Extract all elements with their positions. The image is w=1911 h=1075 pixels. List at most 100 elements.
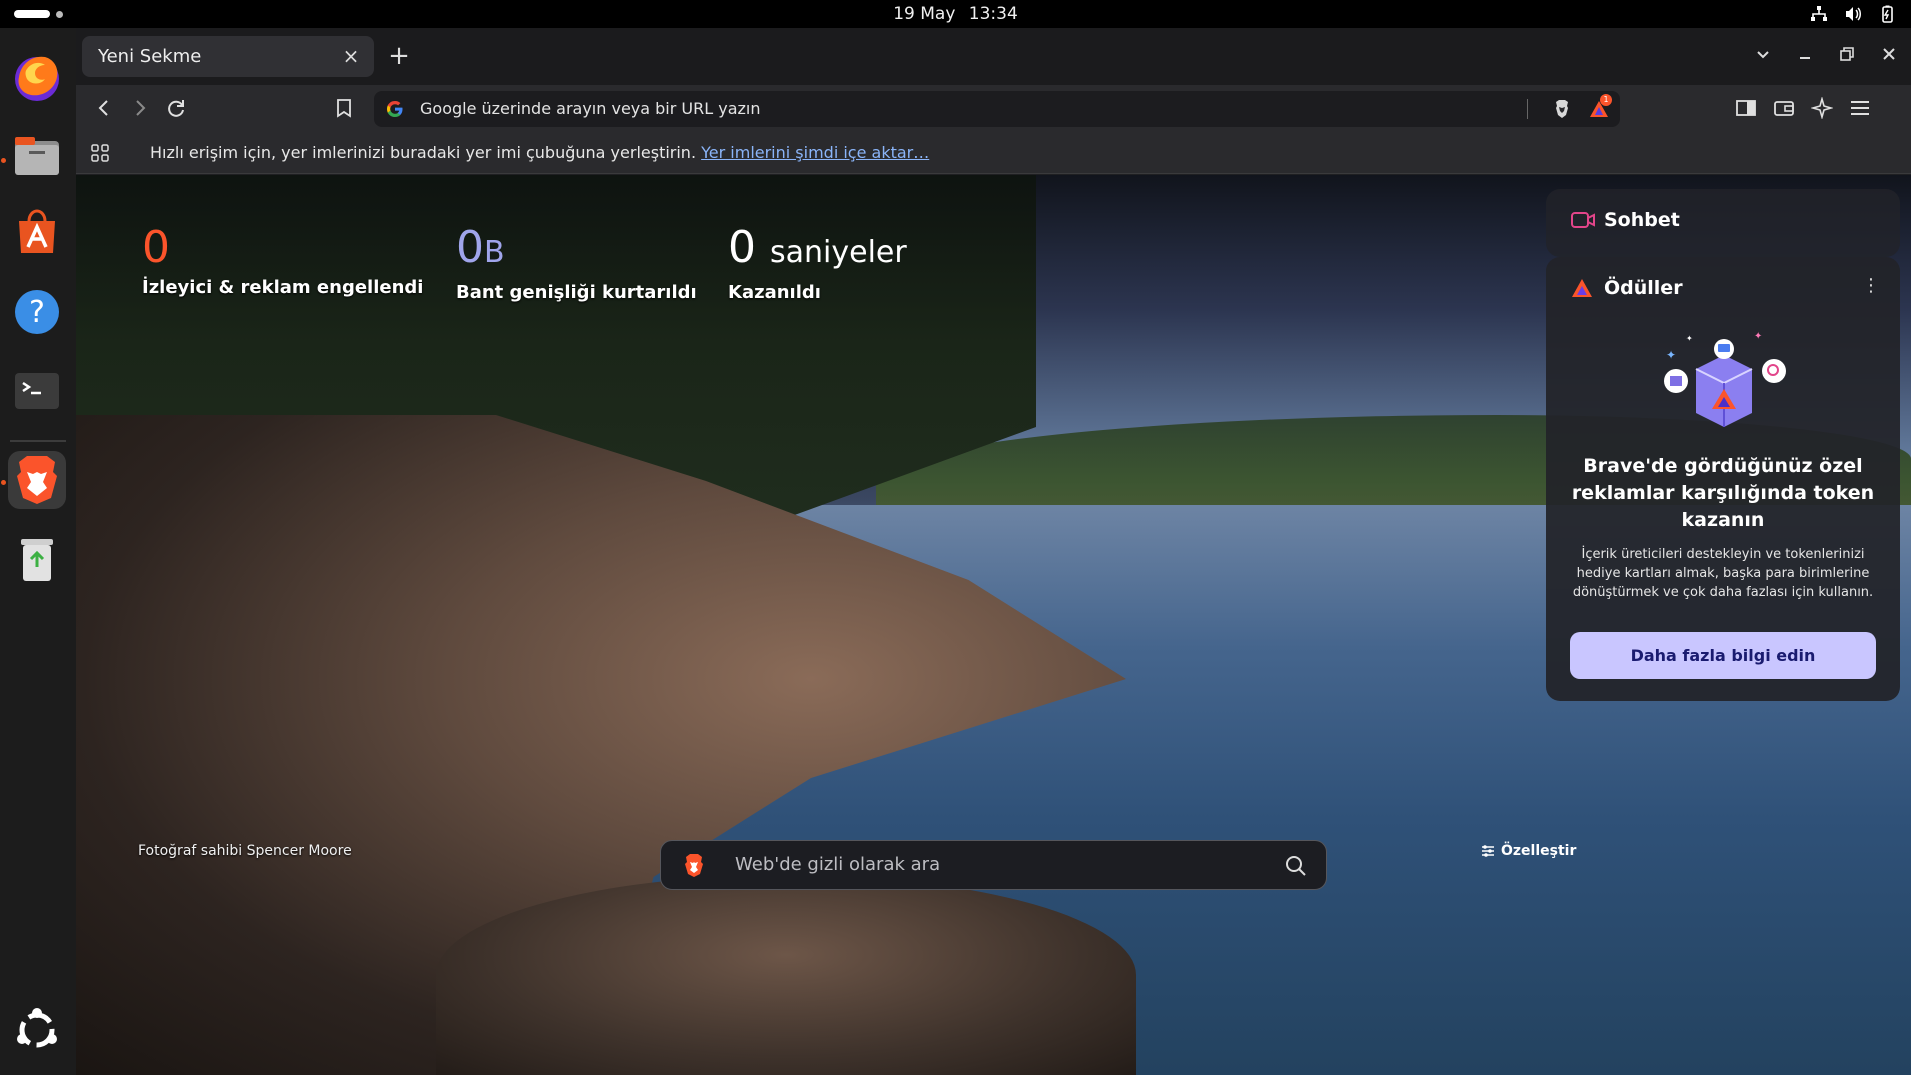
wallet-button[interactable] (1770, 94, 1798, 122)
files-icon (15, 137, 59, 175)
svg-text:✦: ✦ (1666, 348, 1676, 362)
private-search-box[interactable]: Web'de gizli olarak ara (660, 840, 1327, 890)
trash-icon (21, 539, 53, 581)
hamburger-icon (1851, 101, 1869, 115)
bookmarks-hint: Hızlı erişim için, yer imlerinizi burada… (150, 143, 929, 162)
desktop: 19 May 13:34 ? Yeni Sekme × + Google üze… (0, 0, 1911, 1075)
apps-grid-icon[interactable] (90, 143, 110, 163)
stat-trackers-value: 0 (142, 222, 170, 273)
stat-bandwidth-saved: 0B Bant genişliği kurtarıldı (456, 222, 697, 304)
browser-window: Yeni Sekme × + Google üzerinde arayın ve… (76, 28, 1911, 1075)
leo-button[interactable] (1808, 94, 1836, 122)
address-bar[interactable]: Google üzerinde arayın veya bir URL yazı… (374, 91, 1620, 127)
tab-new-tab[interactable]: Yeni Sekme × (82, 36, 374, 77)
top-bar: 19 May 13:34 (0, 0, 1911, 28)
rewards-triangle-icon (1572, 279, 1592, 297)
sliders-icon (1482, 845, 1494, 857)
dock-separator (10, 440, 66, 442)
dock-files[interactable] (8, 126, 66, 184)
dock-running-indicator (1, 158, 6, 163)
import-bookmarks-link[interactable]: Yer imlerini şimdi içe aktar… (701, 143, 929, 162)
dock: ? (0, 28, 76, 1075)
video-chat-icon (1571, 212, 1595, 228)
sidebar-icon (1736, 100, 1756, 116)
stat-bandwidth-unit: B (484, 235, 505, 270)
stat-trackers-label: İzleyici & reklam engellendi (142, 277, 424, 298)
dock-running-indicator (1, 480, 6, 485)
stat-bandwidth-label: Bant genişliği kurtarıldı (456, 282, 697, 303)
show-apps-button[interactable] (8, 1001, 66, 1059)
brave-search-icon (685, 854, 703, 877)
learn-more-button[interactable]: Daha fazla bilgi edin (1570, 632, 1876, 679)
stat-trackers-blocked: 0 İzleyici & reklam engellendi (142, 222, 424, 299)
system-tray[interactable] (1809, 4, 1897, 24)
close-icon[interactable] (1877, 42, 1901, 66)
tab-title: Yeni Sekme (98, 46, 202, 67)
address-divider (1527, 99, 1528, 119)
ubuntu-icon (17, 1008, 57, 1048)
rewards-body: İçerik üreticileri destekleyin ve tokenl… (1572, 547, 1874, 600)
volume-icon (1846, 7, 1861, 21)
reload-button[interactable] (162, 94, 190, 122)
battery-icon (1882, 5, 1893, 23)
minimize-icon[interactable] (1793, 42, 1817, 66)
dock-app-center[interactable] (8, 204, 66, 262)
back-button[interactable] (90, 94, 118, 122)
stat-bandwidth-value: 0 (456, 222, 484, 273)
rewards-card: Ödüller ⋮ ✦ ✦ ✦ Brave'de gördüğünüz özel… (1546, 257, 1900, 701)
bookmarks-bar: Hızlı erişim için, yer imlerinizi burada… (76, 132, 1911, 174)
customize-button[interactable]: Özelleştir (1481, 843, 1576, 859)
shields-icon[interactable] (1552, 99, 1572, 119)
wallet-icon (1774, 101, 1794, 116)
new-tab-button[interactable]: + (386, 43, 412, 70)
dock-terminal[interactable] (8, 362, 66, 420)
stat-time-unit: saniyeler (770, 235, 907, 270)
dock-help[interactable]: ? (8, 283, 66, 341)
rewards-badge: 1 (1600, 94, 1612, 106)
brave-icon (17, 456, 57, 504)
rewards-card-title: Ödüller (1604, 277, 1683, 299)
more-options-icon[interactable]: ⋮ (1862, 277, 1880, 295)
clock-time: 13:34 (968, 4, 1018, 24)
dock-trash[interactable] (8, 530, 66, 588)
forward-icon (136, 100, 146, 116)
app-center-icon (19, 209, 55, 253)
terminal-icon (15, 373, 59, 409)
clock-date: 19 May (893, 4, 956, 24)
menu-button[interactable] (1846, 94, 1874, 122)
chat-card-title: Sohbet (1604, 209, 1680, 231)
back-icon (98, 100, 108, 116)
bookmark-icon (337, 99, 351, 118)
toolbar: Google üzerinde arayın veya bir URL yazı… (76, 85, 1911, 132)
stat-time-value: 0 (728, 222, 756, 273)
clock[interactable]: 19 May 13:34 (0, 4, 1911, 24)
rewards-heading: Brave'de gördüğünüz özel reklamlar karşı… (1571, 455, 1875, 531)
sidebar-button[interactable] (1732, 94, 1760, 122)
svg-text:✦: ✦ (1686, 334, 1693, 343)
search-placeholder: Web'de gizli olarak ara (735, 854, 941, 875)
leo-icon (1811, 97, 1833, 119)
search-icon[interactable] (1284, 854, 1308, 878)
bookmarks-hint-text: Hızlı erişim için, yer imlerinizi burada… (150, 143, 697, 162)
new-tab-page: 0 İzleyici & reklam engellendi 0B Bant g… (76, 175, 1911, 1075)
photo-credit[interactable]: Fotoğraf sahibi Spencer Moore (138, 843, 352, 859)
forward-button[interactable] (126, 94, 154, 122)
svg-text:?: ? (29, 295, 45, 330)
restore-icon[interactable] (1835, 42, 1859, 66)
tab-close-icon[interactable]: × (340, 44, 362, 68)
dock-brave[interactable] (8, 451, 66, 509)
window-controls (1751, 42, 1901, 66)
help-icon: ? (15, 290, 59, 334)
dock-firefox[interactable] (8, 48, 66, 106)
rewards-illustration-icon: ✦ ✦ ✦ (1664, 331, 1786, 427)
bookmark-button[interactable] (330, 94, 358, 122)
tab-search-icon[interactable] (1751, 42, 1775, 66)
background-shore (436, 875, 1136, 1075)
google-icon (387, 101, 403, 117)
chat-card[interactable]: Sohbet (1546, 189, 1900, 257)
firefox-icon (15, 56, 59, 101)
customize-label: Özelleştir (1501, 843, 1577, 859)
stat-time-saved: 0 saniyeler Kazanıldı (728, 222, 907, 304)
tab-strip: Yeni Sekme × + (76, 28, 1911, 85)
address-placeholder: Google üzerinde arayın veya bir URL yazı… (420, 99, 761, 118)
